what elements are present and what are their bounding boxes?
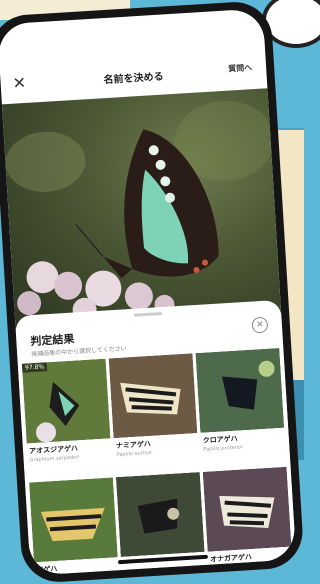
candidate-card[interactable]: クロアゲハ Papilio protenor <box>195 347 286 469</box>
candidate-name: オナガアゲハ <box>209 553 253 564</box>
candidate-thumbnail <box>108 353 198 439</box>
main-photo <box>1 88 282 335</box>
candidate-card[interactable]: ナミアゲハ Papilio xuthus <box>108 353 200 474</box>
phone-screen: ✕ 名前を決める 質問へ 判定結果 候補画像の中から選択してください ✕ 97.… <box>0 8 297 576</box>
butterfly-photo <box>5 100 275 322</box>
match-rate: 97.8% <box>21 362 48 373</box>
close-circle-icon[interactable]: ✕ <box>251 316 269 334</box>
candidate-thumbnail <box>115 472 205 558</box>
drag-handle[interactable] <box>133 312 163 317</box>
candidate-name: アゲハ <box>36 564 58 575</box>
candidate-thumbnail <box>202 466 292 552</box>
candidate-thumbnail <box>29 477 118 563</box>
phone-frame: ✕ 名前を決める 質問へ 判定結果 候補画像の中から選択してください ✕ 97.… <box>0 0 305 584</box>
candidate-thumbnail: 97.8% <box>21 358 111 444</box>
result-sheet: 判定結果 候補画像の中から選択してください ✕ 97.8% アオスジアゲハ Gr… <box>14 299 297 576</box>
candidate-card[interactable]: アゲハ <box>29 477 120 575</box>
question-link[interactable]: 質問へ <box>228 62 253 74</box>
candidate-card[interactable]: 97.8% アオスジアゲハ Graphium sarpedon <box>21 358 113 480</box>
close-icon[interactable]: ✕ <box>12 73 27 93</box>
candidate-card[interactable]: オナガアゲハ <box>202 466 294 576</box>
candidate-grid: 97.8% アオスジアゲハ Graphium sarpedon ナミアゲハ Pa… <box>21 347 294 576</box>
candidate-thumbnail <box>195 347 285 433</box>
page-title: 名前を決める <box>103 71 164 86</box>
